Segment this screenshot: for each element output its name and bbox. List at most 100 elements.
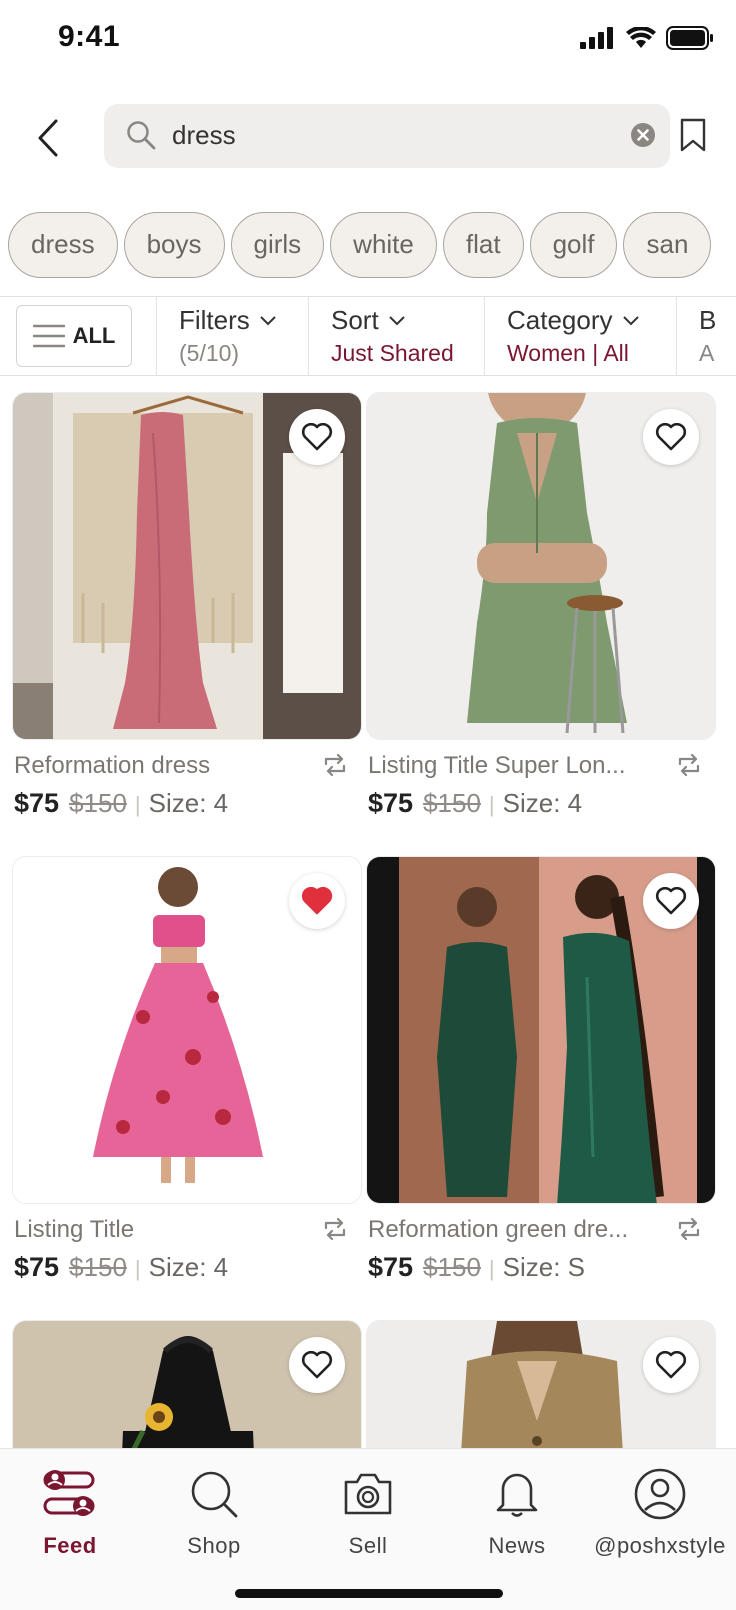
chip[interactable]: white [330,212,437,278]
nav-feed[interactable]: Feed [0,1461,140,1559]
price-row: $75 $150 | Size: S [368,1252,585,1283]
like-button[interactable] [643,1337,699,1393]
chip[interactable]: flat [442,212,524,278]
brand-dropdown[interactable]: B A [676,297,736,375]
heart-filled-icon [301,887,333,915]
size-label: Size: 4 [502,788,583,818]
filters-title: Filters [179,305,250,335]
listing-title[interactable]: Reformation dress [14,752,304,780]
chip[interactable]: dress [8,212,118,278]
listing-card[interactable]: Reformation dress $75 $150 | Size: 4 [12,392,362,832]
like-button[interactable] [289,409,345,465]
category-value: Women | All [507,340,629,366]
search-icon [191,1471,238,1518]
chevron-down-icon [260,315,276,325]
menu-icon [32,324,65,348]
search-header: dress [0,100,736,172]
nav-feed-label: Feed [43,1533,97,1558]
price: $75 [14,788,60,818]
original-price: $150 [423,1252,481,1282]
listing-card[interactable]: Listing Title Super Lon... $75 $150 | Si… [366,392,716,832]
separator: | [488,792,495,817]
bell-icon [496,1473,538,1517]
listing-card[interactable]: Listing Title $75 $150 | Size: 4 [12,856,362,1296]
filters-count: (5/10) [179,340,240,366]
status-bar: 9:41 [0,0,736,80]
listing-image[interactable] [12,392,362,740]
search-query: dress [172,120,236,150]
filters-dropdown[interactable]: Filters (5/10) [156,297,308,375]
separator: | [488,1256,495,1281]
search-icon [127,121,156,150]
nav-sell-label: Sell [348,1533,388,1558]
filter-bar: ALL Filters (5/10) Sort Just Shared Cate… [0,296,736,376]
like-button[interactable] [643,409,699,465]
size-label: Size: 4 [148,788,229,818]
chip[interactable]: golf [529,212,618,278]
listing-card[interactable]: Reformation green dre... $75 $150 | Size… [366,856,716,1296]
separator: | [134,1256,141,1281]
sort-dropdown[interactable]: Sort Just Shared [308,297,484,375]
save-search-button[interactable] [680,118,710,154]
listing-title[interactable]: Listing Title [14,1216,304,1244]
profile-icon [634,1468,686,1520]
suggestion-chips: dress boys girls white flat golf san [8,212,736,280]
heart-outline-icon [301,1351,333,1379]
listing-image[interactable] [12,856,362,1204]
heart-outline-icon [655,887,687,915]
listing-image[interactable] [12,1320,362,1450]
home-indicator[interactable] [235,1589,503,1598]
sort-value: Just Shared [331,340,454,366]
chevron-down-icon [622,315,639,325]
original-price: $150 [423,788,481,818]
price-row: $75 $150 | Size: 4 [14,788,228,819]
wifi-icon [626,27,656,48]
all-menu-button[interactable]: ALL [16,305,132,367]
status-time: 9:41 [58,20,121,53]
sort-title: Sort [331,305,379,335]
listing-title[interactable]: Listing Title Super Lon... [368,752,658,780]
bottom-nav: Feed Shop Sell News @poshxstyle [0,1448,736,1610]
brand-value: A [699,340,715,366]
bookmark-icon [680,118,706,152]
listing-card[interactable] [366,1320,716,1450]
chip[interactable]: girls [230,212,325,278]
chevron-down-icon [388,315,405,325]
category-dropdown[interactable]: Category Women | All [484,297,676,375]
heart-outline-icon [301,423,333,451]
battery-icon [666,26,713,50]
nav-profile[interactable]: @poshxstyle [584,1461,736,1559]
price: $75 [368,788,414,818]
signal-icon [580,27,613,49]
price: $75 [14,1252,60,1282]
listing-image[interactable] [366,856,716,1204]
share-icon[interactable] [676,1216,702,1242]
chip[interactable]: san [623,212,712,278]
nav-news-label: News [488,1533,546,1558]
like-button[interactable] [643,873,699,929]
like-button[interactable] [289,1337,345,1393]
search-input[interactable]: dress [104,104,670,168]
original-price: $150 [69,1252,127,1282]
separator: | [134,792,141,817]
nav-sell[interactable]: Sell [298,1461,438,1559]
clear-search-icon[interactable] [630,122,656,148]
nav-profile-label: @poshxstyle [594,1533,726,1558]
listing-title[interactable]: Reformation green dre... [368,1216,658,1244]
chip[interactable]: boys [123,212,225,278]
feed-icon [43,1470,95,1516]
listing-card[interactable] [12,1320,362,1450]
share-icon[interactable] [676,752,702,778]
camera-icon [344,1473,392,1515]
back-button[interactable] [30,118,66,158]
nav-news[interactable]: News [447,1461,587,1559]
like-button[interactable] [289,873,345,929]
price: $75 [368,1252,414,1282]
listing-image[interactable] [366,392,716,740]
share-icon[interactable] [322,1216,348,1242]
heart-outline-icon [655,423,687,451]
nav-shop[interactable]: Shop [144,1461,284,1559]
size-label: Size: S [502,1252,585,1282]
listing-image[interactable] [366,1320,716,1450]
share-icon[interactable] [322,752,348,778]
